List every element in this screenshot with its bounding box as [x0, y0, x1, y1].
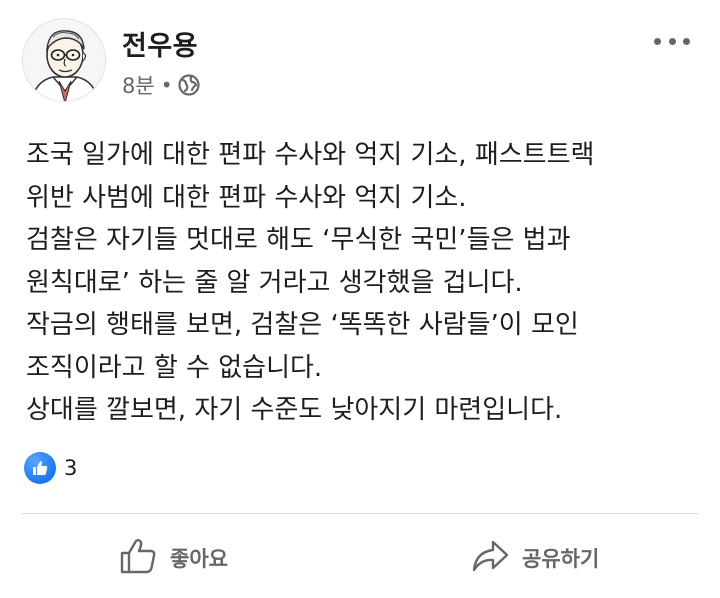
post-line: 조직이라고 할 수 없습니다. — [26, 352, 323, 383]
divider — [22, 513, 698, 514]
post-line: 조국 일가에 대한 편파 수사와 억지 기소, 패스트트랙 — [26, 140, 595, 170]
share-button[interactable]: 공유하기 — [470, 536, 599, 580]
more-dot-icon — [668, 37, 676, 45]
like-button[interactable]: 좋아요 — [118, 536, 228, 580]
share-arrow-icon — [470, 536, 510, 580]
reaction-summary[interactable]: 3 — [24, 452, 77, 484]
post-line: 작금의 행태를 보면, 검찰은 ‘똑똑한 사람들’이 모인 — [26, 310, 579, 340]
author-avatar[interactable] — [22, 18, 106, 102]
post-line: 상대를 깔보면, 자기 수준도 낮아지기 마련입니다. — [26, 395, 563, 425]
post-time[interactable]: 8분 — [122, 70, 155, 100]
post-line: 위반 사범에 대한 편파 수사와 억지 기소. — [26, 182, 467, 213]
post-meta: 8분 • — [122, 70, 201, 100]
more-dot-icon — [683, 37, 690, 45]
share-label: 공유하기 — [522, 547, 600, 571]
facebook-post: 전우용 8분 • 조국 일가에 대한 편파 수사와 억지 기소, 패스트트랙 위… — [0, 0, 720, 598]
caricature-portrait — [23, 19, 105, 101]
globe-icon[interactable] — [178, 74, 201, 96]
meta-separator: • — [160, 73, 173, 97]
like-label: 좋아요 — [170, 547, 228, 571]
reaction-count: 3 — [64, 456, 78, 480]
more-dot-icon — [654, 37, 661, 45]
post-line: 원칙대로’ 하는 줄 알 거라고 생각했을 겁니다. — [26, 267, 523, 298]
like-reaction-icon — [24, 452, 56, 484]
more-options-button[interactable] — [654, 32, 690, 50]
post-body: 조국 일가에 대한 편파 수사와 억지 기소, 패스트트랙 위반 사범에 대한 … — [26, 134, 706, 432]
author-name[interactable]: 전우용 — [122, 24, 198, 63]
post-line: 검찰은 자기들 멋대로 해도 ‘무식한 국민’들은 법과 — [26, 225, 571, 255]
thumbs-up-icon — [118, 536, 158, 580]
